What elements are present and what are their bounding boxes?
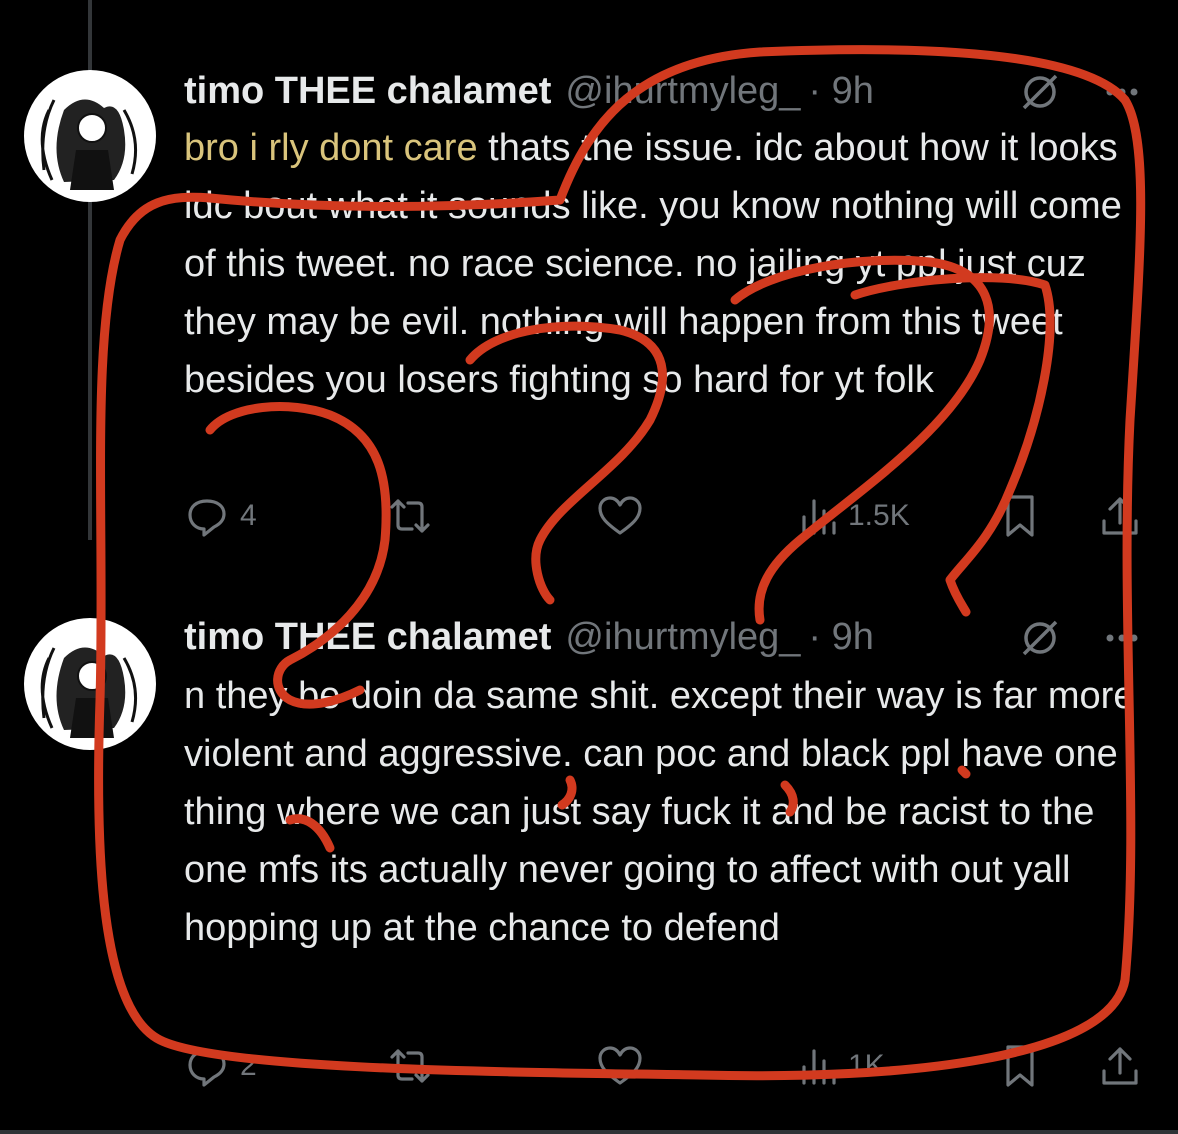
share-button[interactable] bbox=[1098, 1036, 1142, 1096]
reply-button[interactable]: 2 bbox=[184, 1036, 257, 1096]
view-count: 1.5K bbox=[848, 499, 910, 532]
timestamp[interactable]: · 9h bbox=[808, 70, 873, 112]
like-icon bbox=[598, 1046, 642, 1085]
tweet-text: bro i rly dont care thats the issue. idc… bbox=[184, 119, 1144, 409]
more-icon[interactable] bbox=[1100, 70, 1144, 114]
reply-count: 2 bbox=[240, 1049, 257, 1082]
views-icon bbox=[802, 499, 836, 535]
share-icon bbox=[1102, 497, 1138, 535]
views-button[interactable]: 1.5K bbox=[798, 486, 910, 546]
avatar[interactable] bbox=[24, 70, 156, 202]
retweet-button[interactable] bbox=[384, 1036, 436, 1096]
like-icon bbox=[598, 496, 642, 535]
views-button[interactable]: 1K bbox=[798, 1036, 885, 1096]
grok-icon[interactable] bbox=[1018, 616, 1062, 660]
bookmark-button[interactable] bbox=[1000, 1036, 1040, 1096]
reply-button[interactable]: 4 bbox=[184, 486, 257, 546]
reply-count: 4 bbox=[240, 499, 257, 532]
bookmark-icon bbox=[1006, 1045, 1034, 1087]
reply-icon bbox=[188, 499, 226, 537]
display-name[interactable]: timo THEE chalamet bbox=[184, 616, 551, 658]
more-icon[interactable] bbox=[1100, 616, 1144, 660]
tweet-text-body: n they be doin da same shit. except thei… bbox=[184, 675, 1135, 949]
timestamp[interactable]: · 9h bbox=[808, 616, 873, 658]
tweet-header: timo THEE chalamet @ihurtmyleg_ · 9h bbox=[184, 614, 1144, 660]
like-button[interactable] bbox=[596, 486, 644, 546]
bookmark-icon bbox=[1006, 495, 1034, 537]
bookmark-button[interactable] bbox=[1000, 486, 1040, 546]
grok-icon[interactable] bbox=[1018, 70, 1062, 114]
handle[interactable]: @ihurtmyleg_ bbox=[565, 70, 800, 112]
action-bar: 2 1K bbox=[184, 1036, 1144, 1096]
tweet-text: n they be doin da same shit. except thei… bbox=[184, 667, 1144, 957]
handle[interactable]: @ihurtmyleg_ bbox=[565, 616, 800, 658]
views-icon bbox=[802, 1049, 836, 1085]
view-count: 1K bbox=[848, 1049, 885, 1082]
share-icon bbox=[1102, 1047, 1138, 1085]
retweet-icon bbox=[390, 1049, 430, 1083]
highlighted-text: bro i rly dont care bbox=[184, 127, 478, 169]
action-bar: 4 1.5K bbox=[184, 486, 1144, 546]
display-name[interactable]: timo THEE chalamet bbox=[184, 70, 551, 112]
share-button[interactable] bbox=[1098, 486, 1142, 546]
avatar[interactable] bbox=[24, 618, 156, 750]
like-button[interactable] bbox=[596, 1036, 644, 1096]
divider bbox=[0, 1130, 1178, 1134]
retweet-button[interactable] bbox=[384, 486, 436, 546]
retweet-icon bbox=[390, 499, 430, 533]
reply-icon bbox=[188, 1049, 226, 1087]
tweet-header: timo THEE chalamet @ihurtmyleg_ · 9h bbox=[184, 68, 1144, 114]
